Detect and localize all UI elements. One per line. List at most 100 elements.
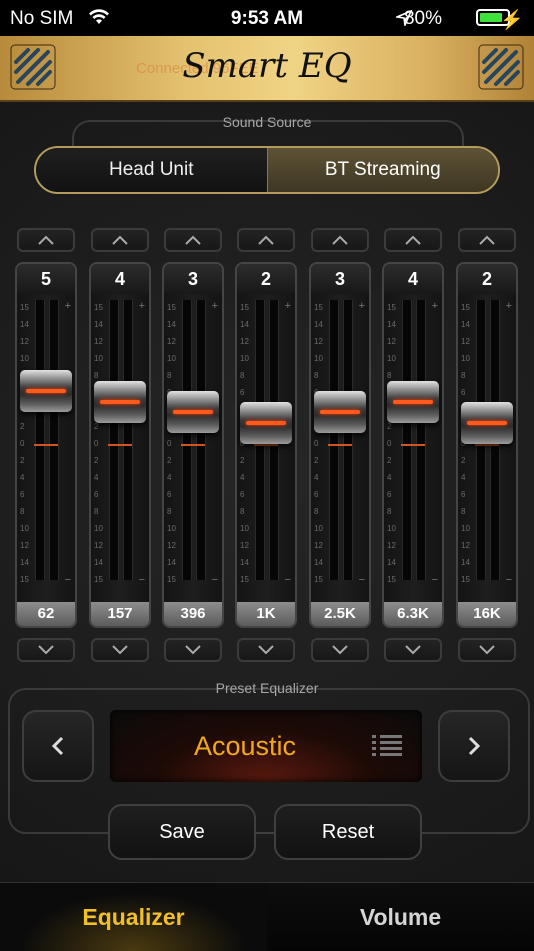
scale-tick: 15 — [20, 575, 29, 584]
band-decrease-button[interactable] — [237, 638, 295, 662]
slider-groove — [123, 300, 133, 580]
charging-bolt-icon: ⚡ — [500, 10, 524, 31]
slider-knob[interactable] — [387, 380, 439, 423]
band-increase-button[interactable] — [458, 228, 516, 252]
band-slider[interactable]: 41514121086420246810121415+−157 — [89, 262, 151, 628]
scale-tick: 14 — [94, 320, 103, 329]
band-increase-button[interactable] — [17, 228, 75, 252]
scale-tick: 14 — [94, 558, 103, 567]
preset-display[interactable]: Acoustic — [110, 710, 422, 782]
band-slider[interactable]: 31514121086420246810121415+−396 — [162, 262, 224, 628]
minus-mark: − — [211, 574, 218, 586]
scale-tick: 8 — [167, 507, 172, 516]
sound-source-toggle: Head Unit BT Streaming — [34, 146, 500, 194]
scale-tick: 15 — [94, 575, 103, 584]
band-decrease-button[interactable] — [17, 638, 75, 662]
scale-tick: 6 — [240, 490, 245, 499]
scale-tick: 14 — [461, 320, 470, 329]
scale-tick: 15 — [314, 575, 323, 584]
scale-tick: 12 — [314, 541, 323, 550]
scale-tick: 12 — [167, 337, 176, 346]
band-increase-button[interactable] — [164, 228, 222, 252]
scale-tick: 2 — [387, 456, 392, 465]
tab-equalizer[interactable]: Equalizer — [0, 883, 267, 951]
scale-tick: 8 — [387, 507, 392, 516]
band-increase-button[interactable] — [311, 228, 369, 252]
band-slider[interactable]: 21514121086420246810121415+−16K — [456, 262, 518, 628]
scale-tick: 12 — [94, 541, 103, 550]
scale-tick: 14 — [240, 320, 249, 329]
next-preset-button[interactable] — [438, 710, 510, 782]
list-icon[interactable] — [372, 734, 402, 758]
scale-tick: 15 — [240, 575, 249, 584]
chevron-up-icon — [185, 235, 201, 245]
scale-tick: 4 — [167, 473, 172, 482]
scale-tick: 12 — [387, 337, 396, 346]
band-value: 5 — [17, 264, 75, 294]
scale-tick: 10 — [461, 524, 470, 533]
chevron-down-icon — [258, 645, 274, 655]
scale-tick: 8 — [461, 507, 466, 516]
button-connector — [256, 832, 274, 834]
slider-knob[interactable] — [20, 370, 72, 412]
scale-tick: 12 — [20, 337, 29, 346]
eq-band-5: 41514121086420246810121415+−6.3K — [382, 228, 444, 662]
scale-tick: 6 — [94, 490, 99, 499]
scale-tick: 8 — [94, 507, 99, 516]
scale-tick: 2 — [387, 422, 392, 431]
scale-tick: 14 — [20, 320, 29, 329]
band-increase-button[interactable] — [384, 228, 442, 252]
band-decrease-button[interactable] — [91, 638, 149, 662]
tab-volume[interactable]: Volume — [267, 883, 534, 951]
band-decrease-button[interactable] — [458, 638, 516, 662]
scale-tick: 15 — [240, 303, 249, 312]
scale-tick: 8 — [94, 371, 99, 380]
band-value: 4 — [91, 264, 149, 294]
band-decrease-button[interactable] — [384, 638, 442, 662]
scale-tick: 14 — [461, 558, 470, 567]
save-button[interactable]: Save — [108, 804, 256, 860]
scale-tick: 10 — [387, 524, 396, 533]
scale-tick: 8 — [167, 371, 172, 380]
bt-streaming-option[interactable]: BT Streaming — [266, 148, 498, 192]
band-decrease-button[interactable] — [164, 638, 222, 662]
slider-knob[interactable] — [240, 401, 292, 444]
slider-knob[interactable] — [461, 401, 513, 444]
app-title: Smart EQ — [182, 46, 352, 86]
scale-tick: 0 — [314, 439, 319, 448]
band-slider[interactable]: 41514121086420246810121415+−6.3K — [382, 262, 444, 628]
chevron-up-icon — [479, 235, 495, 245]
scale-tick: 6 — [387, 490, 392, 499]
band-increase-button[interactable] — [237, 228, 295, 252]
slider-knob[interactable] — [167, 391, 219, 434]
slider-knob[interactable] — [314, 391, 366, 434]
slider-groove — [109, 300, 119, 580]
scale-tick: 10 — [240, 354, 249, 363]
plus-mark: + — [505, 300, 512, 312]
band-slider[interactable]: 31514121086420246810121415+−2.5K — [309, 262, 371, 628]
scale-tick: 4 — [314, 473, 319, 482]
band-decrease-button[interactable] — [311, 638, 369, 662]
chevron-up-icon — [38, 235, 54, 245]
scale-tick: 14 — [387, 320, 396, 329]
scale-tick: 2 — [240, 456, 245, 465]
scale-tick: 8 — [20, 507, 25, 516]
band-value: 3 — [311, 264, 369, 294]
scale-tick: 8 — [387, 371, 392, 380]
scale-tick: 15 — [387, 303, 396, 312]
scale-tick: 4 — [20, 473, 25, 482]
band-slider[interactable]: 21514121086420246810121415+−1K — [235, 262, 297, 628]
slider-knob[interactable] — [94, 380, 146, 423]
slider-groove — [402, 300, 412, 580]
scale-tick: 15 — [20, 303, 29, 312]
band-slider[interactable]: 51514121086420246810121415+−62 — [15, 262, 77, 628]
scale-tick: 8 — [240, 507, 245, 516]
band-increase-button[interactable] — [91, 228, 149, 252]
scale-tick: 15 — [167, 303, 176, 312]
reset-button[interactable]: Reset — [274, 804, 422, 860]
eq-band-1: 41514121086420246810121415+−157 — [89, 228, 151, 662]
sound-source-label: Sound Source — [222, 114, 312, 130]
minus-mark: − — [358, 574, 365, 586]
previous-preset-button[interactable] — [22, 710, 94, 782]
head-unit-option[interactable]: Head Unit — [36, 148, 267, 192]
